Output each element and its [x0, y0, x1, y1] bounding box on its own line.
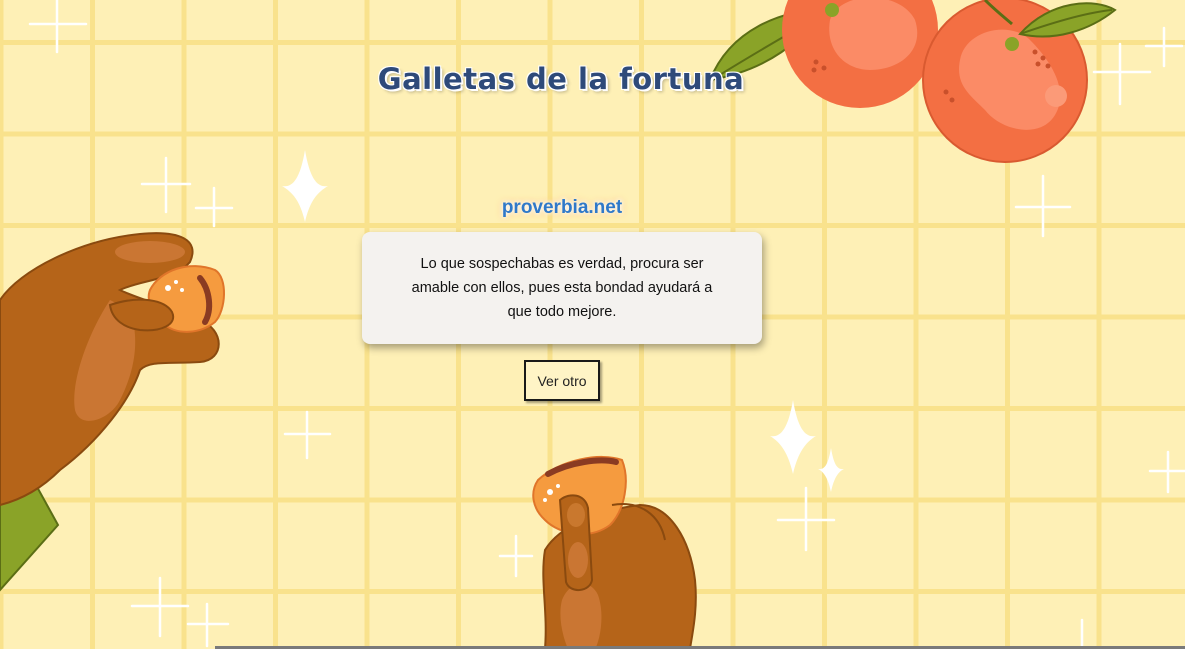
quote-text: Lo que sospechabas es verdad, procura se…	[411, 256, 713, 320]
see-another-button[interactable]: Ver otro	[524, 360, 600, 401]
source-link[interactable]: proverbia.net	[462, 197, 662, 219]
page-title: Galletas de la fortuna	[377, 62, 745, 96]
hand-holding-cookie-left	[0, 232, 225, 592]
hand-holding-cookie-bottom	[532, 456, 697, 649]
quote-card: Lo que sospechabas es verdad, procura se…	[362, 232, 762, 344]
